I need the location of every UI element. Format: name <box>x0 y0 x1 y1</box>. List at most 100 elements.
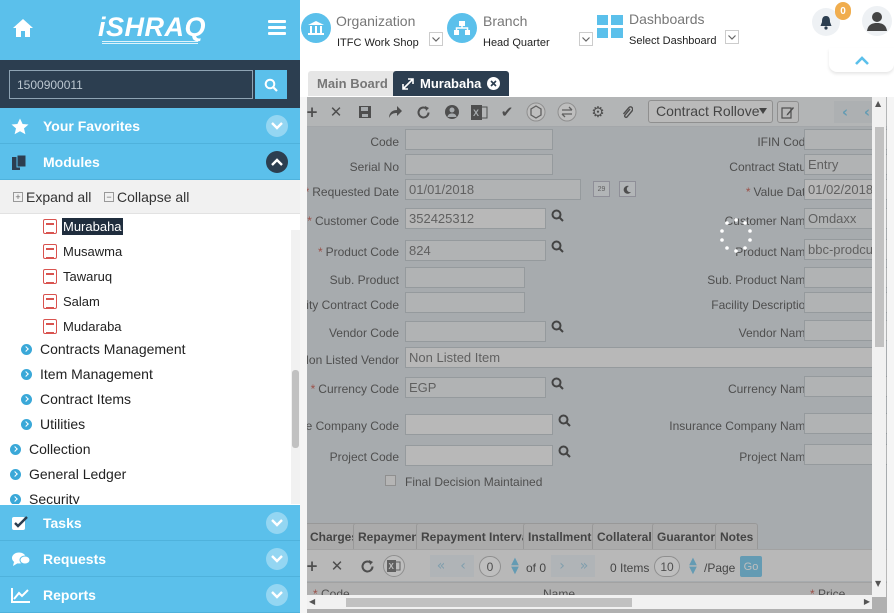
chevron-down-icon[interactable] <box>579 32 593 46</box>
expand-arrows-icon <box>402 77 414 90</box>
section-requests[interactable]: Requests <box>0 541 300 577</box>
sidebar-scrollbar[interactable] <box>291 230 300 504</box>
scroll-right-arrow-icon[interactable]: ▶ <box>864 597 870 606</box>
tree-leaf-salam[interactable]: Salam <box>43 291 101 311</box>
loading-spinner-icon <box>718 217 754 253</box>
logo-underline <box>102 41 198 44</box>
chevron-down-icon[interactable] <box>266 548 288 570</box>
collapse-header-button[interactable] <box>829 48 894 72</box>
tree-node-utilities[interactable]: Utilities <box>21 414 85 434</box>
tree-leaf-mudaraba[interactable]: Mudaraba <box>43 316 123 336</box>
tree-node-label: Collection <box>29 441 91 457</box>
plus-box-icon: + <box>13 192 23 202</box>
hamburger-menu-icon[interactable] <box>268 20 286 36</box>
dashboards-value[interactable]: Select Dashboard <box>629 35 716 47</box>
organization-icon <box>301 13 331 43</box>
tab-murabaha[interactable]: Murabaha <box>393 71 510 96</box>
module-tree: Murabaha Musawma Tawaruq Salam Mudaraba … <box>0 214 290 504</box>
chevron-up-icon <box>854 55 869 65</box>
contract-panel: + ✕ X ✔ ⚙ Contract Rollove ‹ ‹ Code Seri… <box>307 97 887 613</box>
branch-label: Branch <box>483 13 528 29</box>
tree-leaf-murabaha[interactable]: Murabaha <box>43 216 123 236</box>
chevron-right-icon <box>10 443 21 455</box>
tree-node-label: Item Management <box>40 366 153 382</box>
tree-leaf-musawma[interactable]: Musawma <box>43 241 123 261</box>
document-icon <box>43 243 57 259</box>
organization-value[interactable]: ITFC Work Shop <box>337 37 419 49</box>
chevron-right-icon <box>10 493 21 504</box>
collapse-all-label: Collapse all <box>117 189 190 205</box>
bell-icon <box>820 15 832 30</box>
modules-icon <box>11 154 29 170</box>
tree-node-collection[interactable]: Collection <box>10 439 90 459</box>
chevron-down-icon[interactable] <box>725 30 739 44</box>
section-reports-label: Reports <box>43 587 96 603</box>
chevron-right-icon <box>21 418 32 430</box>
section-reports[interactable]: Reports <box>0 577 300 613</box>
vertical-scrollbar[interactable]: ▲ ▼ <box>872 97 886 597</box>
expand-all-button[interactable]: + Expand all <box>13 189 91 205</box>
dashboards-label: Dashboards <box>629 11 705 27</box>
notification-count-badge: 0 <box>835 2 851 20</box>
tree-node-label: Security <box>29 491 80 504</box>
section-favorites[interactable]: Your Favorites <box>0 108 300 144</box>
dashboard-icon <box>597 15 623 39</box>
main-area: Main Board Murabaha + ✕ X ✔ ⚙ Contract R… <box>300 62 894 613</box>
document-icon <box>43 268 57 284</box>
section-modules-label: Modules <box>43 154 100 170</box>
tab-main-board[interactable]: Main Board <box>308 71 397 96</box>
horizontal-scrollbar-thumb[interactable] <box>346 598 632 607</box>
tree-node-label: Contracts Management <box>40 341 186 357</box>
tree-node-label: Utilities <box>40 416 86 432</box>
sidebar-search-input[interactable] <box>9 70 253 99</box>
document-icon <box>43 318 57 334</box>
checkbox-icon <box>11 515 29 531</box>
organization-label: Organization <box>336 13 416 29</box>
chevron-right-icon <box>21 393 32 405</box>
chart-line-icon <box>11 587 30 603</box>
chevron-down-icon[interactable] <box>266 584 288 606</box>
sidebar-header: iSHRAQ <box>0 0 300 60</box>
tree-leaf-tawaruq[interactable]: Tawaruq <box>43 266 113 286</box>
chevron-down-icon[interactable] <box>266 115 288 137</box>
vertical-scrollbar-thumb[interactable] <box>875 127 884 347</box>
tree-node-label: General Ledger <box>29 466 127 482</box>
user-icon <box>867 12 887 31</box>
tree-node-contract-items[interactable]: Contract Items <box>21 389 131 409</box>
sidebar-scrollbar-thumb[interactable] <box>292 370 299 448</box>
loading-overlay <box>307 97 887 613</box>
tree-node-contracts-management[interactable]: Contracts Management <box>21 339 186 359</box>
section-tasks[interactable]: Tasks <box>0 505 300 541</box>
collapse-all-button[interactable]: − Collapse all <box>104 189 189 205</box>
document-icon <box>43 218 57 234</box>
chevron-right-icon <box>10 468 21 480</box>
document-icon <box>43 293 57 309</box>
chevron-down-icon[interactable] <box>266 512 288 534</box>
tree-leaf-label: Tawaruq <box>63 268 113 284</box>
chevron-right-icon <box>21 343 32 355</box>
horizontal-scrollbar[interactable]: ◀ ▶ <box>307 595 872 609</box>
section-requests-label: Requests <box>43 551 107 567</box>
tree-node-security[interactable]: Security <box>10 489 80 504</box>
section-favorites-label: Your Favorites <box>43 118 140 134</box>
tree-node-general-ledger[interactable]: General Ledger <box>10 464 126 484</box>
branch-value[interactable]: Head Quarter <box>483 37 550 49</box>
sidebar-bottom-sections: Tasks Requests Reports <box>0 505 300 613</box>
tree-leaf-label: Salam <box>63 293 100 309</box>
chat-icon <box>11 551 31 567</box>
tree-node-label: Contract Items <box>40 391 132 407</box>
search-button[interactable] <box>255 70 287 99</box>
scroll-left-arrow-icon[interactable]: ◀ <box>309 597 315 606</box>
close-icon[interactable] <box>487 77 501 90</box>
scroll-up-arrow-icon[interactable]: ▲ <box>875 99 881 108</box>
branch-icon <box>447 13 477 43</box>
home-icon[interactable] <box>12 18 36 42</box>
user-avatar[interactable] <box>862 6 892 36</box>
tree-node-item-management[interactable]: Item Management <box>21 364 153 384</box>
chevron-down-icon[interactable] <box>429 32 443 46</box>
app-logo: iSHRAQ <box>98 12 207 42</box>
chevron-up-icon[interactable] <box>266 151 288 173</box>
scroll-down-arrow-icon[interactable]: ▼ <box>875 579 881 588</box>
search-icon <box>264 78 278 92</box>
section-modules[interactable]: Modules <box>0 144 300 180</box>
